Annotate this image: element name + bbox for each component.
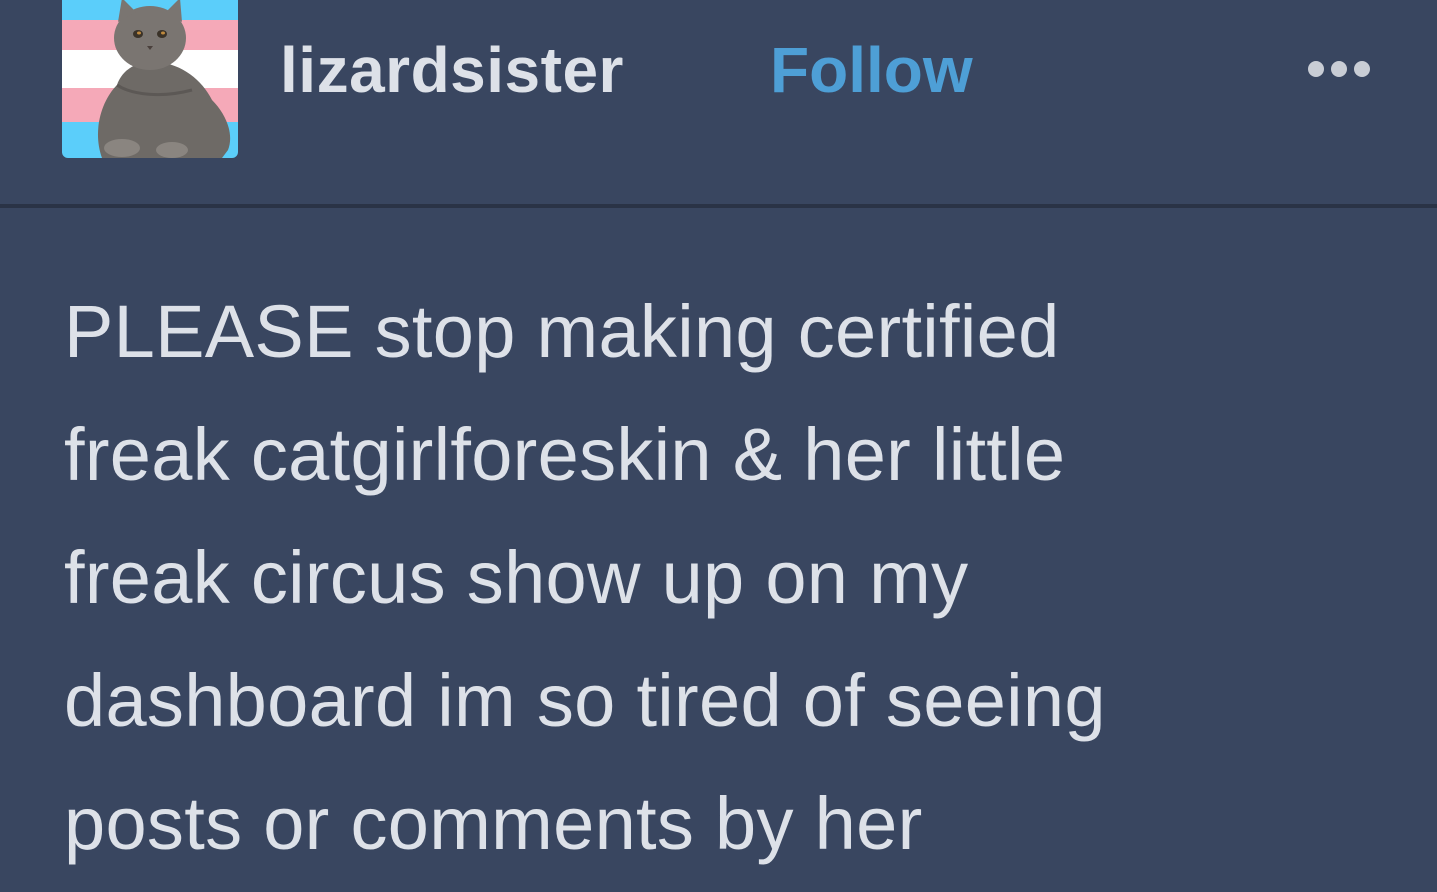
header-divider <box>0 204 1437 208</box>
follow-button[interactable]: Follow <box>770 30 973 110</box>
post-header: lizardsister Follow <box>0 0 1437 206</box>
more-options-button[interactable] <box>1306 56 1376 82</box>
username[interactable]: lizardsister <box>280 30 624 110</box>
post-card: lizardsister Follow PLEASE stop making c… <box>0 0 1437 892</box>
post-body-text: PLEASE stop making certified freak catgi… <box>64 290 1106 865</box>
ellipsis-icon <box>1308 61 1370 77</box>
cat-avatar-image <box>62 0 238 158</box>
avatar[interactable] <box>62 0 238 158</box>
